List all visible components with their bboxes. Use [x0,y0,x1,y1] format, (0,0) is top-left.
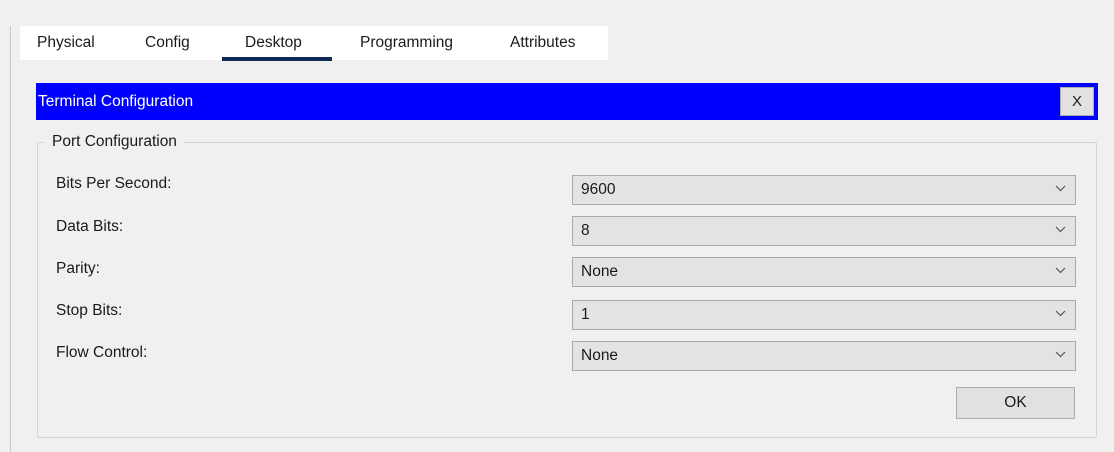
chevron-down-icon [1055,310,1066,320]
flow-control-select[interactable]: None [572,341,1076,371]
parity-label: Parity: [56,260,100,277]
bits-per-second-value: 9600 [581,181,616,198]
dialog-title: Terminal Configuration [38,93,194,110]
stop-bits-select[interactable]: 1 [572,300,1076,330]
tab-desktop[interactable]: Desktop [224,26,338,60]
chevron-down-icon [1055,226,1066,236]
group-title: Port Configuration [44,133,183,151]
tab-programming[interactable]: Programming [338,26,486,60]
close-button[interactable]: X [1060,87,1094,116]
chevron-down-icon [1055,267,1066,277]
parity-value: None [581,263,619,280]
tab-attributes[interactable]: Attributes [486,26,608,60]
stop-bits-value: 1 [581,306,590,323]
tab-bar: Physical Config Desktop Programming Attr… [20,26,608,60]
bits-per-second-label: Bits Per Second: [56,175,172,192]
flow-control-value: None [581,347,619,364]
chevron-down-icon [1055,185,1066,195]
data-bits-value: 8 [581,222,590,239]
chevron-down-icon [1055,351,1066,361]
terminal-config-titlebar: Terminal Configuration X [36,83,1098,120]
active-tab-indicator [222,57,332,61]
tab-config[interactable]: Config [136,26,224,60]
data-bits-label: Data Bits: [56,218,124,235]
tab-physical[interactable]: Physical [20,26,136,60]
bits-per-second-select[interactable]: 9600 [572,175,1076,205]
stop-bits-label: Stop Bits: [56,302,123,319]
parity-select[interactable]: None [572,257,1076,287]
flow-control-label: Flow Control: [56,344,148,361]
ok-button[interactable]: OK [956,387,1075,419]
data-bits-select[interactable]: 8 [572,216,1076,246]
